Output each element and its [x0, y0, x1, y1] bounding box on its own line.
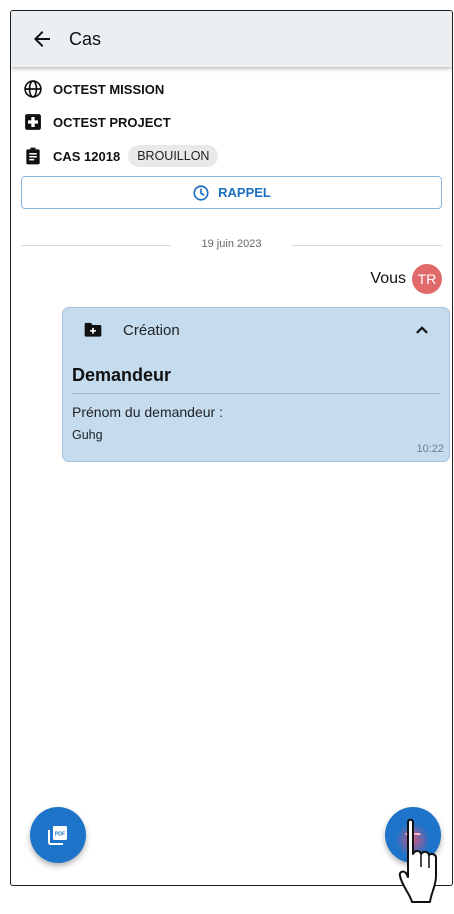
mission-row: OCTEST MISSION — [23, 79, 164, 99]
date-separator: 19 juin 2023 — [21, 237, 442, 253]
project-row: OCTEST PROJECT — [23, 112, 171, 132]
field-label: Prénom du demandeur : — [72, 404, 223, 420]
medical-cross-icon — [23, 112, 43, 132]
message-time: 10:22 — [416, 443, 444, 455]
app-bar: Cas — [11, 11, 452, 67]
status-badge: BROUILLON — [128, 145, 219, 167]
clock-icon — [192, 184, 210, 202]
back-button[interactable] — [29, 26, 55, 52]
globe-icon — [23, 79, 43, 99]
chevron-up-icon[interactable] — [413, 321, 431, 339]
card-header-label: Création — [123, 321, 180, 339]
date-label: 19 juin 2023 — [193, 238, 270, 250]
sender-name: Vous — [370, 270, 406, 287]
card-header[interactable]: Création — [63, 308, 449, 352]
rappel-button[interactable]: RAPPEL — [21, 176, 442, 209]
folder-plus-icon — [83, 320, 103, 340]
clipboard-icon — [23, 146, 43, 166]
mission-name: OCTEST MISSION — [53, 81, 165, 97]
field-value: Guhg — [72, 428, 103, 442]
page-title: Cas — [69, 28, 102, 49]
case-row: CAS 12018 BROUILLON — [23, 145, 219, 167]
hand-pointer-icon — [396, 818, 437, 903]
pdf-export-button[interactable]: PDF — [30, 807, 86, 863]
case-number: CAS 12018 — [53, 148, 121, 164]
svg-text:PDF: PDF — [55, 832, 65, 838]
app-screen: Cas OCTEST MISSION OCTEST PROJECT CAS 12… — [10, 10, 453, 886]
message-card: Création Demandeur Prénom du demandeur :… — [62, 307, 450, 462]
message-sender: Vous TR — [370, 264, 442, 294]
project-name: OCTEST PROJECT — [53, 114, 171, 130]
rappel-label: RAPPEL — [218, 185, 271, 200]
back-arrow-icon — [34, 31, 50, 47]
pdf-icon: PDF — [48, 826, 67, 845]
section-divider — [72, 393, 440, 394]
avatar: TR — [412, 264, 442, 294]
section-title: Demandeur — [72, 365, 172, 385]
